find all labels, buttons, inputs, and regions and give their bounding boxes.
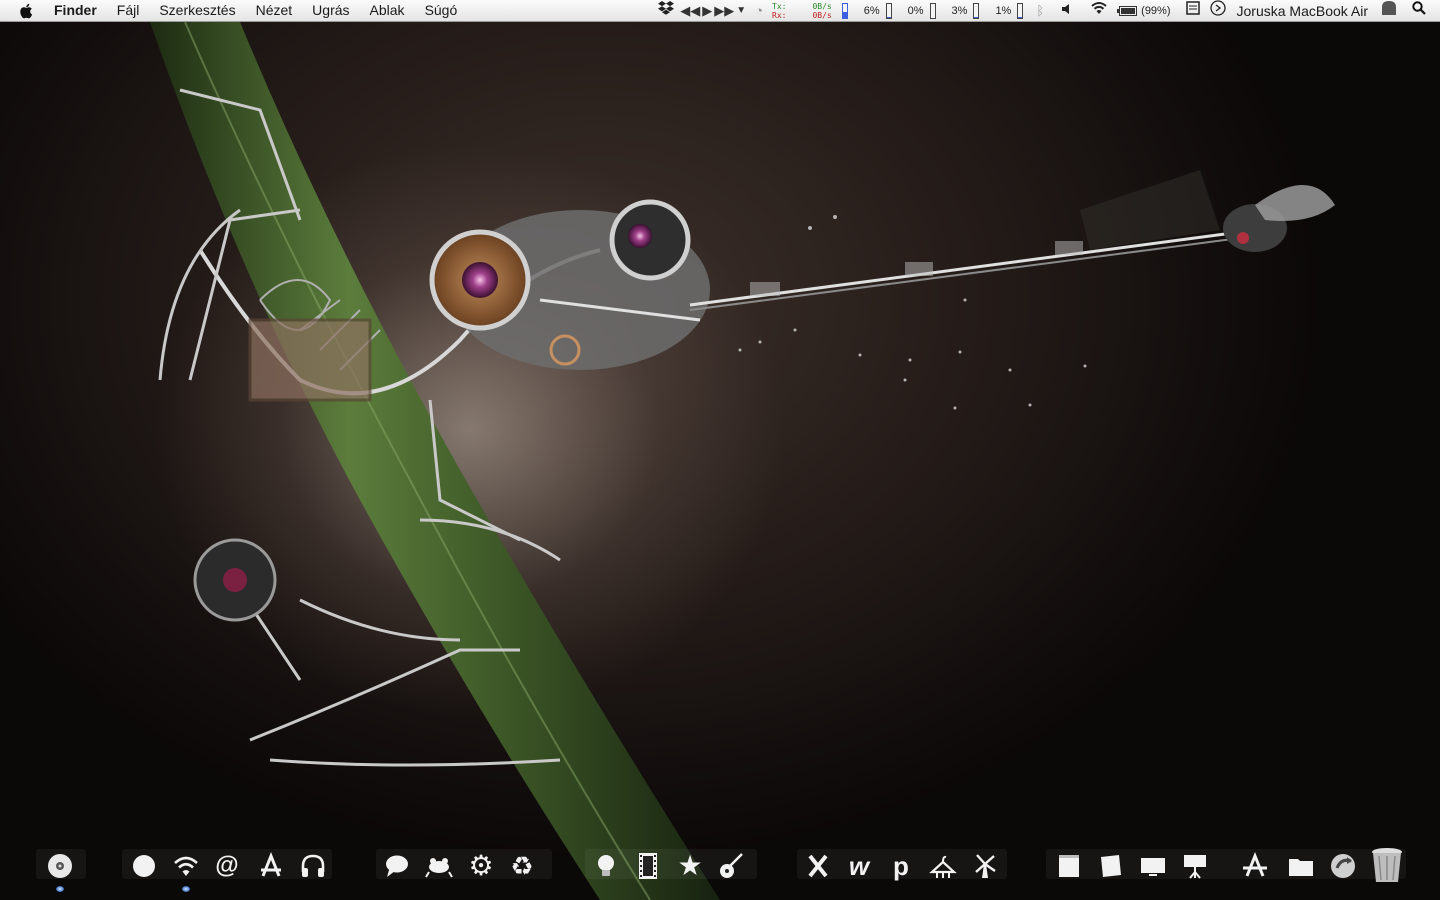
meter-4[interactable] [1017,2,1024,19]
notepad-icon[interactable] [1053,850,1085,882]
cpu-meter[interactable] [841,2,848,19]
tx-value: 0B/s [812,1,832,11]
menu-file[interactable]: Fájl [117,0,140,21]
media-menu-icon[interactable]: ▼ [736,0,746,21]
dropbox-icon[interactable] [658,0,675,21]
wallpaper-artwork [150,21,1335,900]
p-letter-icon[interactable]: p [885,850,917,882]
bug-icon[interactable] [802,850,834,882]
time-machine-icon[interactable]: ◔ [755,0,763,21]
battery-icon[interactable] [1117,5,1138,16]
user-name[interactable]: Joruska MacBook Air [1237,3,1369,19]
rx-value: 0B/s [812,10,832,20]
sync-icon[interactable] [1209,0,1226,22]
guitar-icon[interactable] [716,850,748,882]
meter-3-label: 3% [951,4,968,17]
fly [1223,185,1335,252]
app-store-icon[interactable] [255,850,287,882]
desktop-wallpaper [0,0,1440,900]
meter-3[interactable] [973,2,980,19]
meter-1-label: 6% [863,4,880,17]
wifi-app-icon[interactable] [170,850,202,882]
dock: @ ⚙ ♻ ★ w p [0,843,1440,900]
frog-head [429,199,710,370]
meter-2-label: 0% [907,4,924,17]
wifi-icon[interactable] [1090,0,1108,21]
headphones-icon[interactable] [297,850,329,882]
media-play-icon[interactable]: ▶ [702,0,712,21]
spotlight-icon[interactable] [1412,0,1426,21]
tx-label: Tx: [772,1,787,11]
battery-percent[interactable]: (99%) [1141,5,1170,17]
menu-go[interactable]: Ugrás [312,0,349,21]
monitor-icon[interactable] [1137,850,1169,882]
running-indicator [182,886,190,892]
presentation-icon[interactable] [1179,850,1211,882]
menu-edit[interactable]: Szerkesztés [159,0,235,21]
meter-2[interactable] [929,2,936,19]
frog-icon[interactable] [423,850,455,882]
circle-app-icon[interactable] [128,850,160,882]
media-next-icon[interactable]: ▶▶ [714,0,734,21]
media-prev-icon[interactable]: ◀◀ [680,0,700,21]
menu-finder[interactable]: Finder [54,0,97,21]
menu-bar: Finder Fájl Szerkesztés Nézet Ugrás Abla… [0,0,1440,22]
frog-tongue [689,170,1241,311]
volume-icon[interactable] [1061,0,1073,21]
meter-4-label: 1% [995,4,1012,17]
chat-bubble-icon[interactable] [381,850,413,882]
bluetooth-icon[interactable]: ᛒ [1036,0,1044,21]
gear-icon[interactable]: ⚙ [465,850,497,882]
lightbulb-icon[interactable] [590,850,622,882]
network-labels: Tx: Rx: [772,2,786,20]
menu-view[interactable]: Nézet [256,0,293,21]
star-icon[interactable]: ★ [674,850,706,882]
network-values[interactable]: 0B/s 0B/s [812,2,831,20]
downloads-stack-icon[interactable] [1327,850,1359,882]
running-indicator [56,886,64,892]
rx-label: Rx: [772,10,787,20]
recycle-icon[interactable]: ♻ [506,850,538,882]
film-strip-icon[interactable] [632,850,664,882]
windmill-icon[interactable] [969,850,1001,882]
menu-window[interactable]: Ablak [370,0,405,21]
hanger-icon[interactable] [927,850,959,882]
mail-at-icon[interactable]: @ [211,850,243,882]
dvd-player-icon[interactable] [44,850,76,882]
w-letter-icon[interactable]: w [843,850,875,882]
sticky-note-icon[interactable] [1095,850,1127,882]
folder-icon[interactable] [1285,850,1317,882]
trash-icon[interactable] [1370,846,1404,884]
user-icon[interactable] [1381,0,1397,21]
water-droplets [738,215,1087,410]
meter-1[interactable] [885,2,892,19]
apple-icon[interactable] [18,2,36,20]
keyboard-icon[interactable] [1185,0,1200,21]
menu-help[interactable]: Súgó [425,0,458,21]
applications-folder-icon[interactable] [1239,850,1271,882]
